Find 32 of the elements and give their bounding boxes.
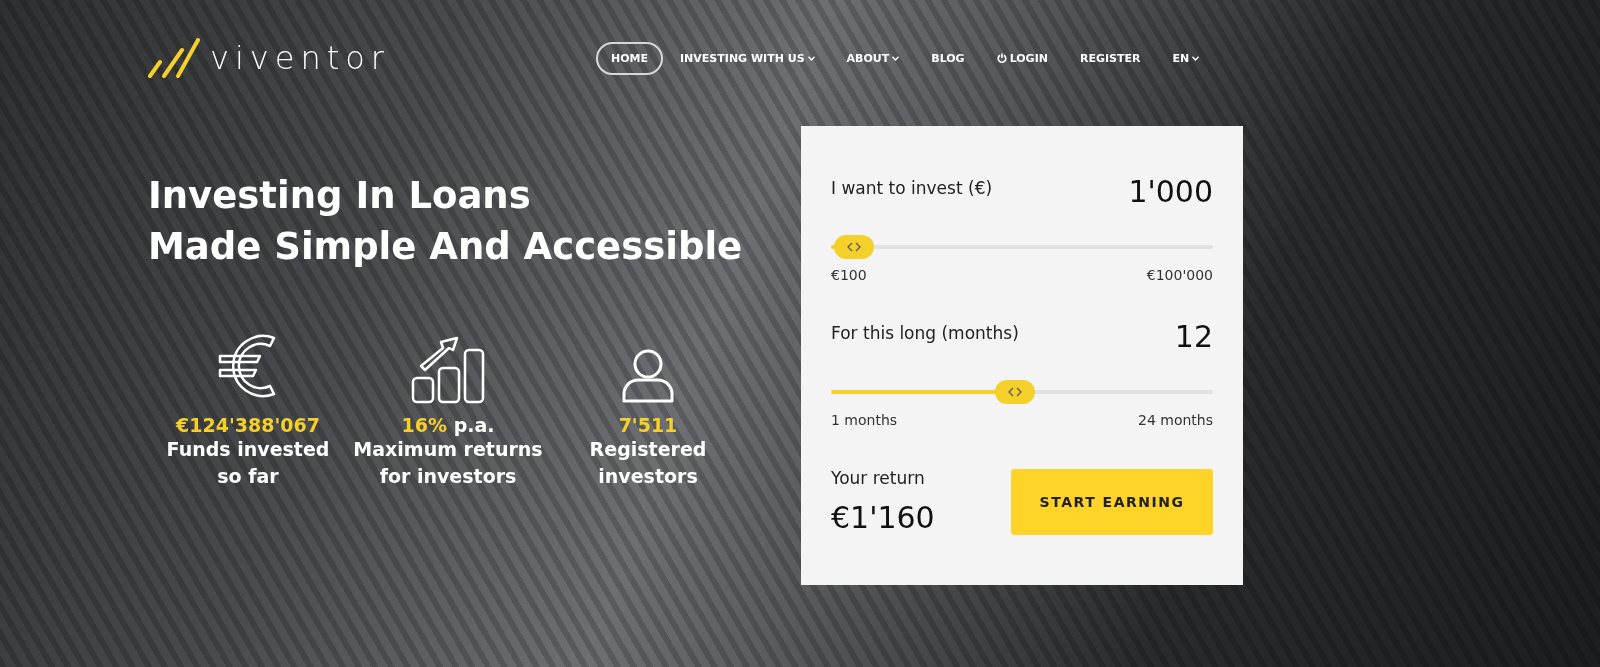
- person-icon: [621, 348, 675, 404]
- slider-value: 12: [1174, 319, 1213, 354]
- slider-max-label: €100'000: [1146, 267, 1213, 283]
- power-icon: [996, 53, 1007, 63]
- slider-min-label: 1 months: [831, 412, 898, 428]
- stat-value: €124'388'067: [176, 414, 320, 436]
- bar-chart-icon: [411, 336, 485, 404]
- stat-value: 7'511: [618, 414, 678, 436]
- nav-link[interactable]: ABOUT: [831, 41, 915, 75]
- stat-label: Funds invested so far: [165, 437, 331, 489]
- stat-value: 16% p.a.: [401, 414, 495, 436]
- slider-thumb[interactable]: [834, 235, 875, 259]
- return-label: Your return: [831, 468, 926, 488]
- logo-icon: [148, 38, 200, 78]
- headline: Investing In Loans Made Simple And Accessible: [148, 173, 744, 270]
- return-value: €1'160: [831, 500, 935, 535]
- nav-link[interactable]: REGISTER: [1064, 41, 1156, 75]
- slider-thumb[interactable]: [995, 380, 1036, 404]
- nav-link[interactable]: INVESTING WITH US: [665, 41, 830, 75]
- nav-link[interactable]: HOME: [596, 41, 664, 75]
- slider-label: For this long (months): [831, 323, 1019, 343]
- start-earning-button[interactable]: START EARNING: [1011, 468, 1213, 535]
- slider-value: 1'000: [1128, 174, 1213, 209]
- slider-label: I want to invest (€): [831, 178, 993, 198]
- nav-link[interactable]: LOGIN: [981, 41, 1063, 75]
- slider-max-label: 24 months: [1138, 412, 1213, 428]
- slider-min-label: €100: [831, 267, 867, 283]
- nav-link[interactable]: BLOG: [916, 41, 980, 75]
- nav-link[interactable]: EN: [1157, 41, 1215, 75]
- stat-label: Registered investors: [588, 437, 708, 489]
- stat-label: Maximum returns for investors: [353, 437, 543, 489]
- logo-text: viventor: [210, 39, 390, 77]
